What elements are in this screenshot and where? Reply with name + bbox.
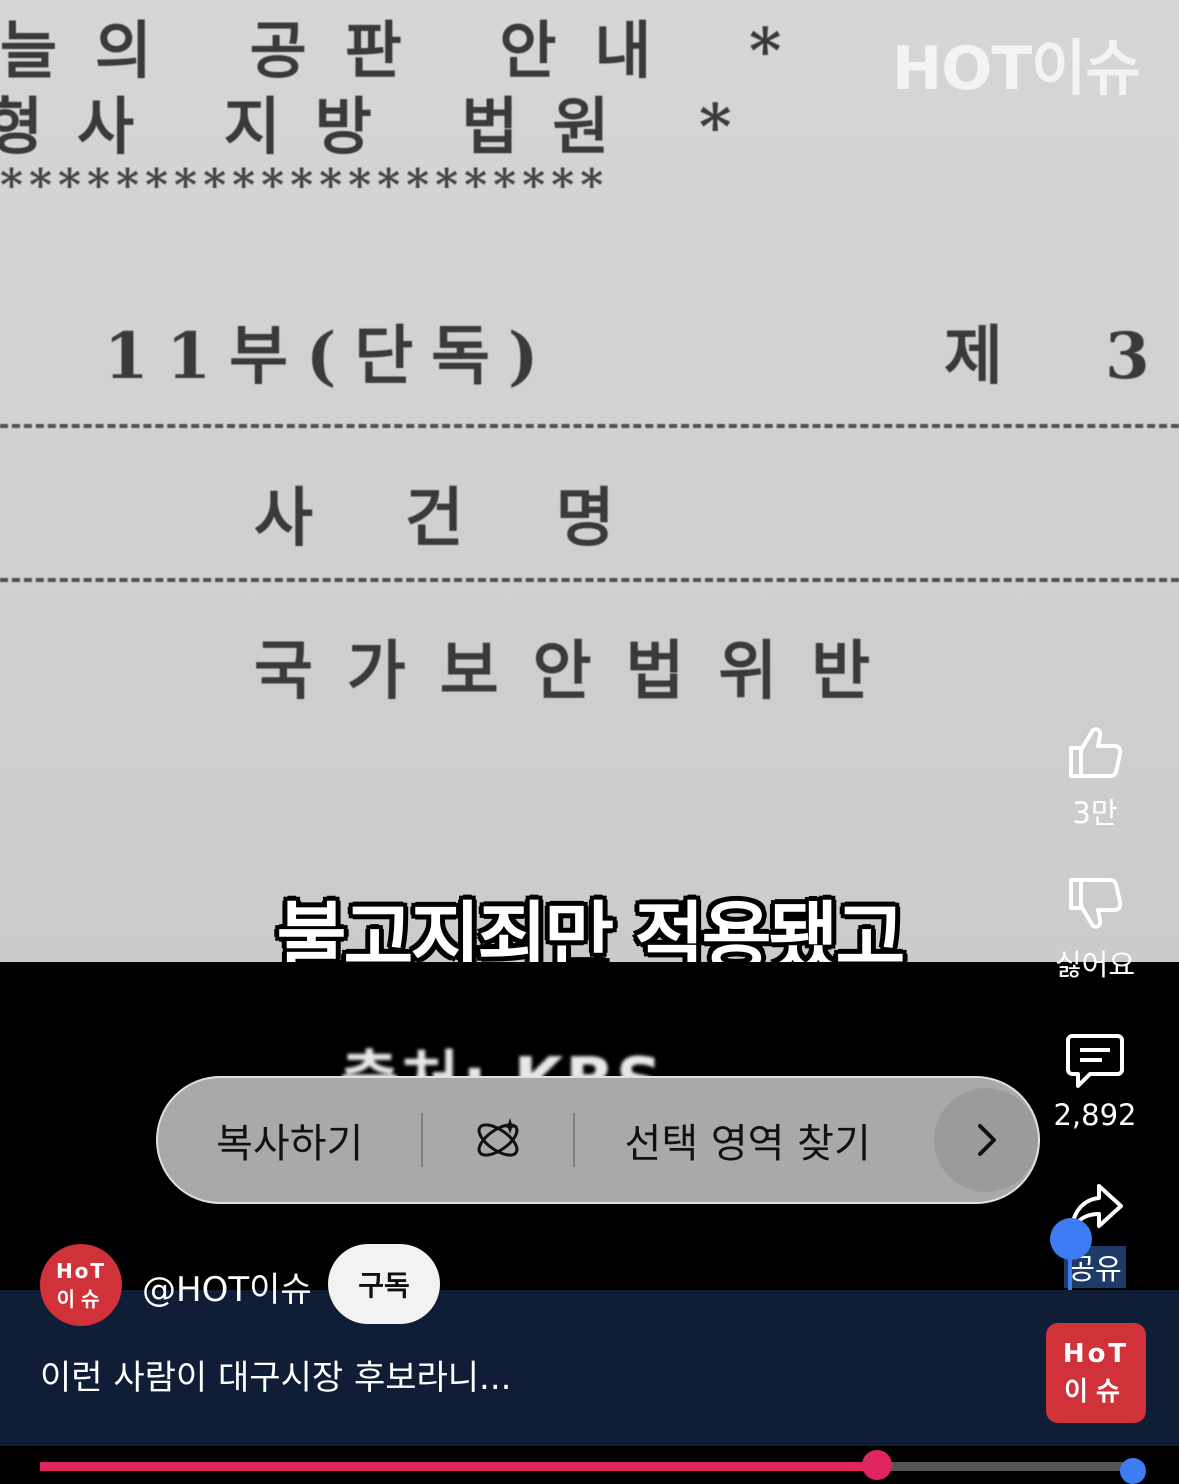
ai-sparkle-icon xyxy=(477,1118,519,1157)
chevron-right-icon xyxy=(978,1124,997,1156)
dislike-label: 싫어요 xyxy=(1054,948,1136,982)
channel-thumbnail[interactable]: HoT 이슈 xyxy=(1046,1323,1146,1423)
like-count: 3만 xyxy=(1072,796,1118,830)
thumbnail-logo-text: HoT xyxy=(1062,1339,1130,1369)
text-selection-toolbar: 복사하기 선택 영역 찾기 xyxy=(156,1076,1040,1204)
progress-fill xyxy=(40,1462,876,1471)
comment-icon xyxy=(1066,1034,1124,1088)
channel-avatar[interactable]: HoT 이슈 xyxy=(40,1244,122,1326)
video-title[interactable]: 이런 사람이 대구시장 후보라니... xyxy=(40,1350,512,1399)
document-text-line: 제 32 xyxy=(944,319,1179,394)
thumbs-up-icon xyxy=(1069,727,1123,778)
dislike-button[interactable]: 싫어요 xyxy=(1040,874,1150,984)
document-dashed-divider xyxy=(0,424,1179,428)
document-text-line: 국가보안법위반 xyxy=(254,634,905,709)
comment-count: 2,892 xyxy=(1053,1098,1137,1132)
selection-handle-end[interactable] xyxy=(1120,1458,1146,1484)
toolbar-more-button[interactable] xyxy=(934,1088,1039,1192)
like-button[interactable]: 3만 xyxy=(1040,722,1150,832)
copy-button[interactable]: 복사하기 xyxy=(158,1078,421,1202)
subscribe-button[interactable]: 구독 xyxy=(328,1244,440,1324)
comments-button[interactable]: 2,892 xyxy=(1040,1030,1150,1132)
video-progress-bar[interactable] xyxy=(40,1462,1140,1471)
text-selection-handle[interactable] xyxy=(1050,1218,1092,1260)
avatar-logo-text: 이슈 xyxy=(56,1287,106,1311)
progress-scrubber[interactable] xyxy=(862,1450,892,1480)
thumbs-down-icon xyxy=(1069,878,1123,929)
document-asterisk-line: ********************* xyxy=(0,160,610,211)
document-dashed-divider xyxy=(0,578,1179,582)
find-selection-button[interactable]: 선택 영역 찾기 xyxy=(575,1078,920,1202)
avatar-logo-text: HoT xyxy=(55,1259,107,1283)
document-text-line: 형사 지방 법원 * xyxy=(0,90,766,163)
document-text-line: 11부(단독) xyxy=(104,319,557,394)
video-caption: 불고지죄만 적용됐고 xyxy=(276,893,906,962)
video-player[interactable]: 늘의 공판 안내 * 형사 지방 법원 * ******************… xyxy=(0,0,1179,962)
thumbnail-logo-text: 이슈 xyxy=(1064,1377,1128,1407)
ai-assist-button[interactable] xyxy=(423,1078,573,1202)
channel-handle[interactable]: @HOT이슈 xyxy=(142,1262,312,1311)
channel-watermark: HOT이슈 xyxy=(892,34,1141,104)
selection-handle-stem xyxy=(1068,1256,1072,1290)
document-text-line: 사건명 xyxy=(254,481,707,556)
